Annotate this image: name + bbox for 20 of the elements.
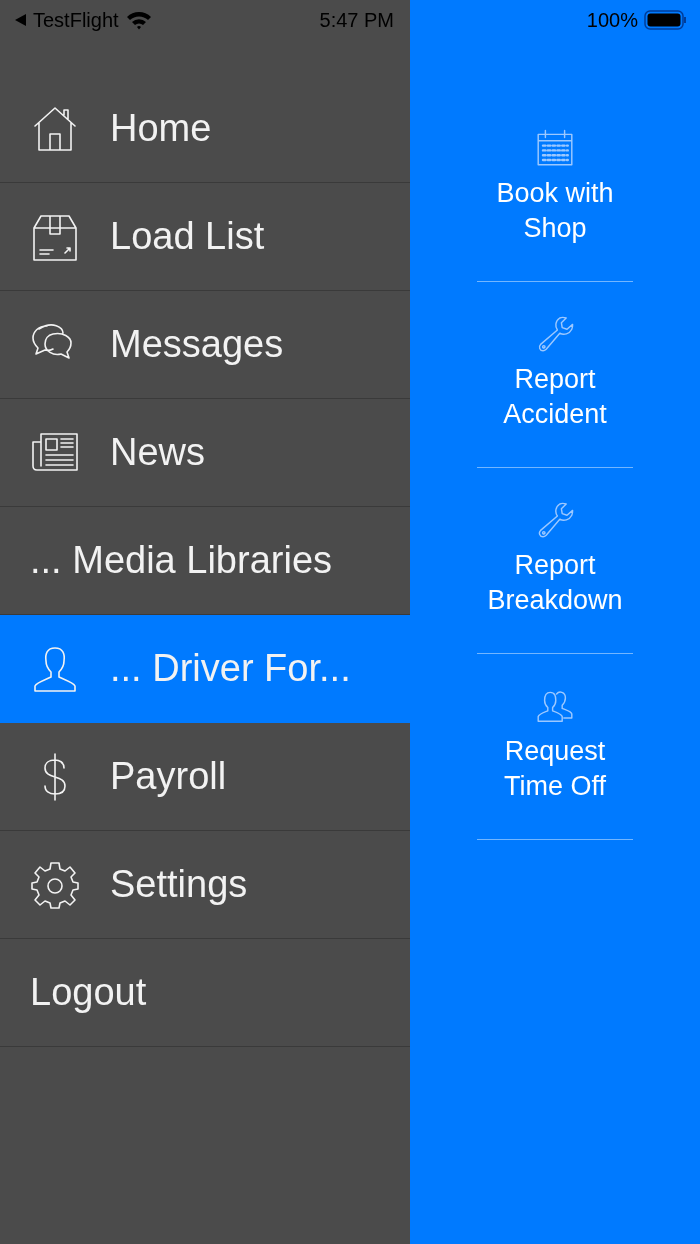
- menu-item[interactable]: ... Driver For...: [0, 615, 410, 723]
- menu-label: Load List: [110, 215, 265, 258]
- menu-label: Payroll: [110, 755, 227, 798]
- menu-label: Logout: [30, 971, 147, 1014]
- back-icon[interactable]: [14, 13, 27, 27]
- menu-label: News: [110, 431, 206, 474]
- action-button[interactable]: Book with Shop: [477, 116, 633, 282]
- clock-time: 5:47 PM: [319, 8, 394, 32]
- menu-label: Messages: [110, 323, 284, 366]
- battery-percent: 100%: [586, 8, 638, 32]
- action-button[interactable]: Report Accident: [477, 302, 633, 468]
- battery-icon: [644, 9, 688, 31]
- menu-label: ... Driver For...: [110, 647, 351, 690]
- menu-label: ... Media Libraries: [30, 539, 332, 582]
- gear-icon: [30, 859, 80, 910]
- action-button[interactable]: Request Time Off: [477, 674, 633, 840]
- menu-label: Home: [110, 107, 212, 150]
- menu-label: Settings: [110, 863, 248, 906]
- calendar-icon: [535, 128, 575, 168]
- action-button[interactable]: Report Breakdown: [477, 488, 633, 654]
